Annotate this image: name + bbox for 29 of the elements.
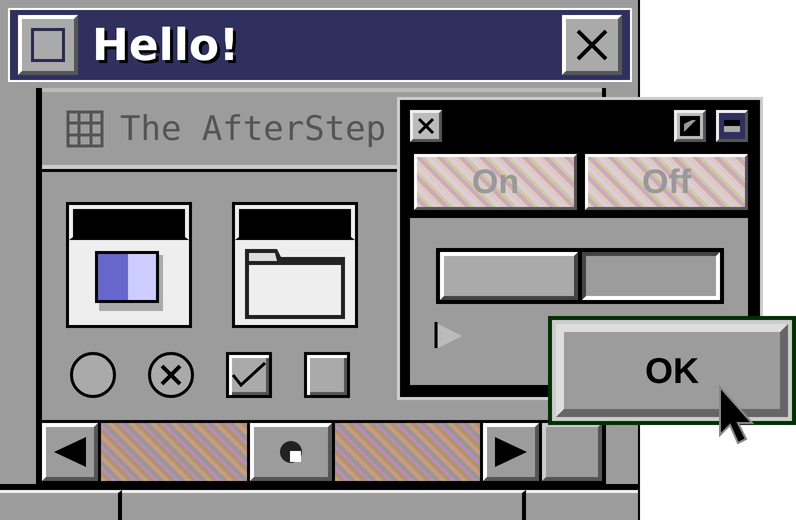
scroll-corner [542, 423, 602, 481]
scroll-right-button[interactable] [483, 423, 539, 481]
window-icon [28, 25, 68, 65]
radio-button[interactable] [70, 352, 116, 398]
minimize-button[interactable] [716, 110, 748, 142]
scroll-bar[interactable] [42, 420, 602, 484]
grid-icon [66, 110, 104, 148]
segment-button[interactable] [582, 252, 720, 300]
play-icon [434, 320, 464, 350]
knob-icon [278, 439, 304, 465]
close-icon [416, 116, 436, 136]
close-button[interactable] [410, 110, 442, 142]
right-arrow-icon [493, 435, 529, 469]
window-title: Hello! [92, 20, 240, 70]
check-mark-icon [231, 361, 267, 389]
scroll-left-button[interactable] [42, 423, 98, 481]
resize-button[interactable] [674, 110, 706, 142]
checkbox[interactable] [304, 352, 350, 398]
left-arrow-icon [52, 435, 88, 469]
window-menu-button[interactable] [18, 15, 78, 75]
icon-tile[interactable] [66, 202, 192, 328]
cross-mark-icon [158, 362, 184, 388]
icon-tile[interactable] [232, 202, 358, 328]
radio-button[interactable] [148, 352, 194, 398]
scroll-thumb[interactable] [250, 423, 332, 481]
folder-icon [243, 246, 347, 318]
panel-title: The AfterStep [120, 108, 386, 148]
corner-icon [680, 116, 700, 136]
checkbox[interactable] [226, 352, 272, 398]
